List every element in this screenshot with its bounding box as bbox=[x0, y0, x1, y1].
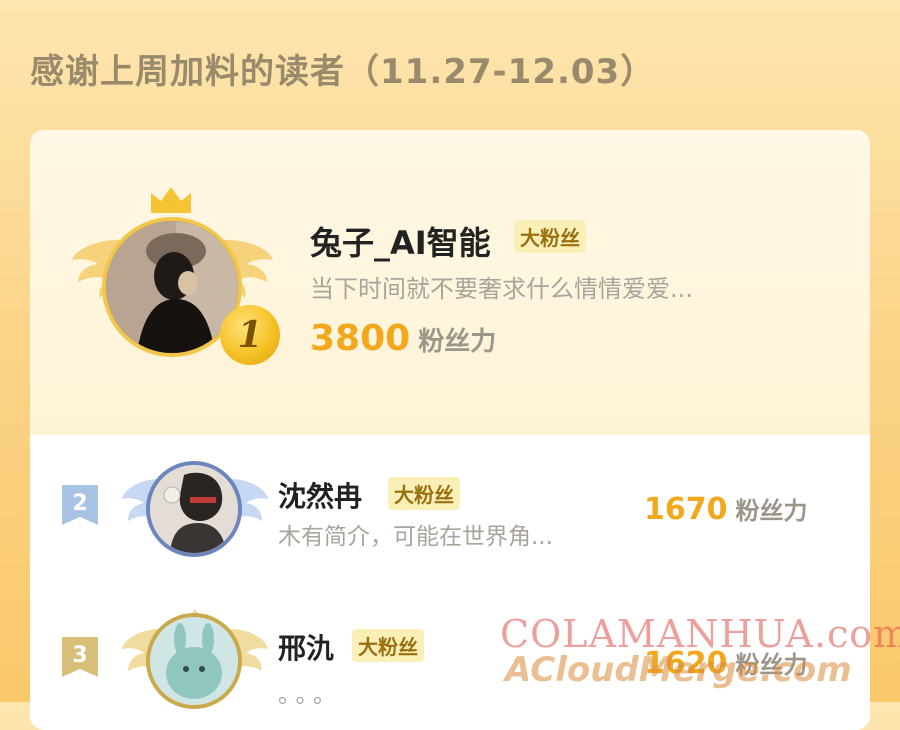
reader-bio: 。。。 bbox=[278, 682, 342, 708]
top-reader-section: 1 兔子_AI智能 大粉丝 当下时间就不要奢求什么情情爱爱... 3800 粉丝力 bbox=[30, 130, 870, 435]
fan-level-badge: 大粉丝 bbox=[388, 477, 460, 510]
score-unit: 粉丝力 bbox=[418, 327, 497, 357]
fan-power-score: 1670 粉丝力 bbox=[644, 491, 808, 527]
first-place-avatar-frame[interactable]: 1 bbox=[70, 185, 280, 375]
score-unit: 粉丝力 bbox=[735, 497, 808, 525]
list-item[interactable]: 2 沈然冉 大粉丝 木有简介，可能在世界角... 1670 粉丝力 bbox=[30, 445, 870, 595]
watermark-text: ACloudMerge.com bbox=[505, 650, 852, 690]
rank-number: 2 bbox=[72, 490, 88, 516]
rank-number: 3 bbox=[72, 642, 88, 668]
reader-bio: 木有简介，可能在世界角... bbox=[278, 524, 553, 550]
reader-name[interactable]: 邢氿 bbox=[278, 627, 334, 667]
score-value: 3800 bbox=[310, 318, 411, 359]
reader-bio: 当下时间就不要奢求什么情情爱爱... bbox=[310, 275, 693, 303]
rank-badge-icon: 1 bbox=[220, 305, 280, 365]
avatar bbox=[146, 461, 242, 557]
fan-power-score: 3800 粉丝力 bbox=[310, 318, 496, 359]
fan-level-badge: 大粉丝 bbox=[514, 220, 586, 253]
score-value: 1670 bbox=[644, 492, 728, 527]
fan-level-badge: 大粉丝 bbox=[352, 629, 424, 662]
page-heading: 感谢上周加料的读者（11.27-12.03） bbox=[30, 52, 656, 92]
avatar bbox=[146, 613, 242, 709]
crown-icon bbox=[151, 187, 191, 213]
reader-name[interactable]: 沈然冉 bbox=[278, 475, 362, 515]
reader-name[interactable]: 兔子_AI智能 bbox=[310, 218, 491, 264]
